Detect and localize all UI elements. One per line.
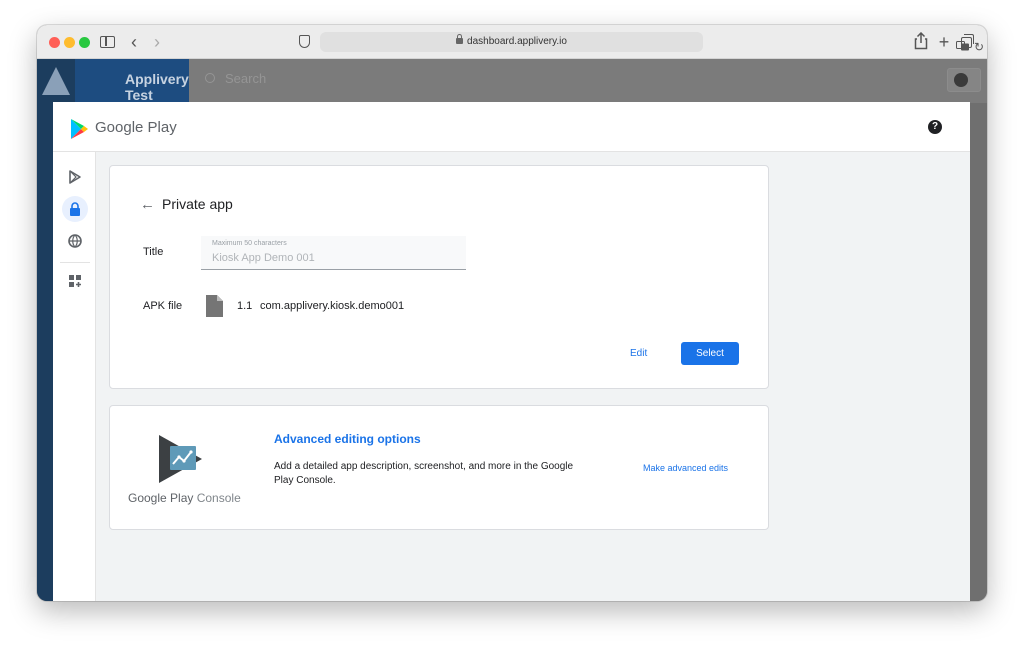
advanced-editing-description: Add a detailed app description, screensh…	[274, 461, 574, 486]
google-play-panel: Google Play ? ← Private app Title Maximu…	[53, 102, 970, 601]
privacy-shield-icon[interactable]	[299, 32, 311, 52]
title-input[interactable]: Maximum 50 characters Kiosk App Demo 001	[201, 236, 466, 270]
google-play-header: Google Play ?	[53, 102, 970, 152]
nav-private-apps[interactable]	[62, 196, 88, 222]
make-advanced-edits-link[interactable]: Make advanced edits	[643, 463, 728, 473]
private-app-card: ← Private app Title Maximum 50 character…	[109, 165, 769, 389]
title-input-hint: Maximum 50 characters	[212, 240, 287, 247]
background-search-placeholder: Search	[225, 71, 267, 86]
background-topbar	[189, 59, 987, 103]
play-icon	[69, 170, 81, 184]
console-wordmark-main: Google Play	[128, 491, 194, 505]
select-button[interactable]: Select	[681, 342, 739, 365]
lock-icon	[456, 34, 464, 44]
private-app-title: Private app	[162, 196, 233, 212]
forward-icon[interactable]: ›	[150, 32, 164, 52]
globe-icon	[68, 234, 82, 248]
advanced-editing-title: Advanced editing options	[274, 432, 421, 446]
nav-play-store[interactable]	[62, 164, 88, 190]
new-tab-icon[interactable]: +	[937, 32, 951, 52]
web-content: Applivery Test Search Google Play ? ← Pr…	[37, 59, 987, 601]
reload-icon[interactable]: ↻	[974, 40, 984, 54]
google-play-nav	[53, 152, 96, 601]
title-label: Title	[143, 246, 164, 258]
file-icon	[206, 295, 223, 317]
url-text: dashboard.applivery.io	[467, 36, 567, 47]
address-bar[interactable]: dashboard.applivery.io ↻	[320, 32, 984, 54]
google-play-console-wordmark: Google Play Console	[128, 491, 241, 505]
help-icon[interactable]: ?	[928, 120, 942, 134]
close-window-button[interactable]	[49, 37, 60, 48]
background-brand-name: Applivery Test	[125, 71, 189, 103]
google-play-wordmark: Google Play	[95, 119, 177, 136]
background-user-menu	[947, 68, 981, 92]
browser-toolbar: ‹ › dashboard.applivery.io ↻ +	[37, 25, 987, 59]
nav-web-apps[interactable]	[62, 228, 88, 254]
back-icon[interactable]: ‹	[127, 32, 141, 52]
lock-icon	[70, 202, 80, 216]
edit-button[interactable]: Edit	[630, 348, 647, 359]
background-search-icon	[205, 73, 215, 83]
zoom-window-button[interactable]	[79, 37, 90, 48]
console-wordmark-sub: Console	[196, 491, 241, 505]
tab-overview-icon[interactable]	[961, 32, 975, 52]
google-play-logo-icon	[71, 119, 88, 139]
applivery-logo-icon	[42, 67, 70, 95]
share-icon[interactable]	[914, 31, 928, 52]
nav-organize-apps[interactable]	[62, 268, 88, 294]
apk-file-label: APK file	[143, 300, 183, 312]
google-play-console-logo-icon	[159, 435, 202, 483]
apk-version: 1.1	[237, 300, 253, 312]
title-input-value: Kiosk App Demo 001	[212, 252, 315, 264]
sidebar-toggle-icon[interactable]	[100, 32, 116, 52]
back-arrow-icon[interactable]: ←	[140, 196, 155, 213]
background-brand-area: Applivery Test	[75, 59, 189, 103]
minimize-window-button[interactable]	[64, 37, 75, 48]
apps-icon	[69, 275, 81, 287]
apk-package-name: com.applivery.kiosk.demo001	[260, 300, 405, 312]
nav-divider	[60, 262, 90, 263]
browser-window: ‹ › dashboard.applivery.io ↻ + Applivery…	[37, 25, 987, 601]
advanced-editing-card: Google Play Console Advanced editing opt…	[109, 405, 769, 530]
